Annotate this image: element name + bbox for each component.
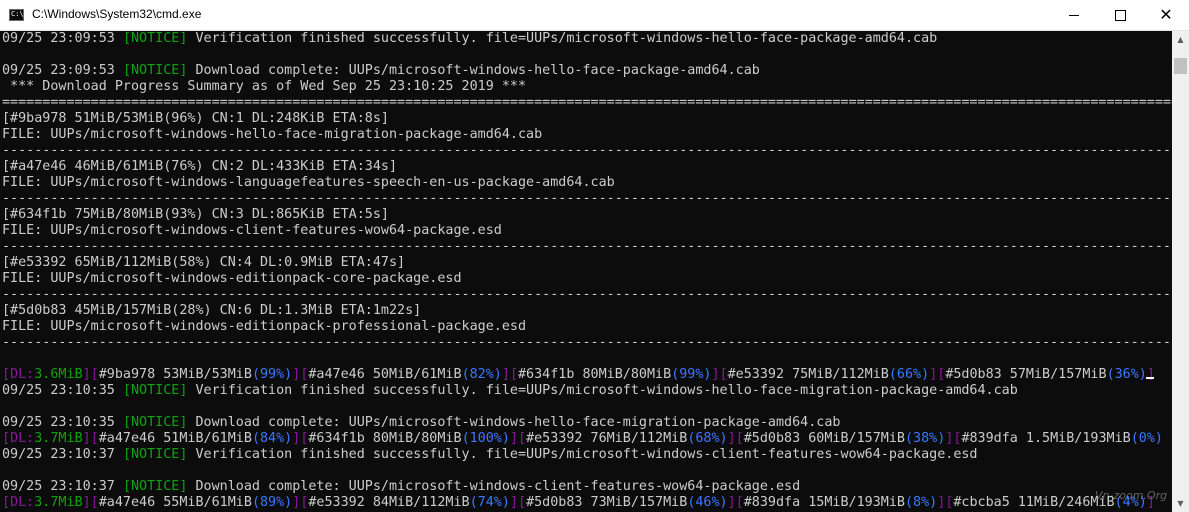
console-output[interactable]: 09/25 23:09:53 [NOTICE] Verification fin…	[0, 31, 1172, 512]
notice-tag: NOTICE	[131, 383, 180, 398]
file-entry: FILE: UUPs/microsoft-windows-editionpack…	[2, 319, 527, 334]
notice-tag: NOTICE	[131, 31, 180, 46]
maximize-icon	[1114, 9, 1126, 21]
progress-entry: [#9ba978 51MiB/53MiB(96%) CN:1 DL:248KiB…	[2, 111, 389, 126]
vertical-scrollbar[interactable]: ▲ ▼	[1172, 31, 1189, 512]
separator-double: ========================================…	[2, 95, 1172, 110]
summary-header: *** Download Progress Summary as of Wed …	[2, 79, 527, 94]
log-line: 09/25 23:10:37 [NOTICE] Download complet…	[2, 479, 801, 494]
log-line: 09/25 23:10:35 [NOTICE] Verification fin…	[2, 383, 1018, 398]
progress-entry: [#e53392 65MiB/112MiB(58%) CN:4 DL:0.9Mi…	[2, 255, 406, 270]
file-entry: FILE: UUPs/microsoft-windows-editionpack…	[2, 271, 462, 286]
maximize-button[interactable]	[1097, 0, 1143, 30]
download-status-line: [DL:3.6MiB][#9ba978 53MiB/53MiB(99%)][#a…	[2, 367, 1155, 382]
close-icon: ✕	[1159, 5, 1173, 24]
progress-entry: [#a47e46 46MiB/61MiB(76%) CN:2 DL:433KiB…	[2, 159, 398, 174]
log-line: 09/25 23:10:35 [NOTICE] Download complet…	[2, 415, 841, 430]
notice-tag: NOTICE	[131, 63, 180, 78]
watermark: Vn-zoom.Org	[1095, 489, 1168, 502]
download-status-line: [DL:3.7MiB][#a47e46 51MiB/61MiB(84%)][#6…	[2, 431, 1163, 446]
separator: ----------------------------------------…	[2, 143, 1172, 158]
separator: ----------------------------------------…	[2, 191, 1172, 206]
download-status-line: [DL:3.7MiB][#a47e46 55MiB/61MiB(89%)][#e…	[2, 495, 1155, 510]
cmd-icon: C:\	[9, 9, 24, 21]
scroll-up-icon[interactable]: ▲	[1172, 31, 1189, 48]
text-cursor	[1146, 377, 1154, 379]
log-line: 09/25 23:09:53 [NOTICE] Verification fin…	[2, 31, 938, 46]
progress-entry: [#634f1b 75MiB/80MiB(93%) CN:3 DL:865KiB…	[2, 207, 389, 222]
separator: ----------------------------------------…	[2, 335, 1172, 350]
minimize-icon	[1069, 14, 1079, 16]
file-entry: FILE: UUPs/microsoft-windows-hello-face-…	[2, 127, 543, 142]
notice-tag: NOTICE	[131, 415, 180, 430]
file-entry: FILE: UUPs/microsoft-windows-client-feat…	[2, 223, 502, 238]
close-button[interactable]: ✕	[1143, 0, 1189, 30]
scrollbar-thumb[interactable]	[1174, 58, 1187, 74]
separator: ----------------------------------------…	[2, 239, 1172, 254]
separator: ----------------------------------------…	[2, 287, 1172, 302]
minimize-button[interactable]	[1051, 0, 1097, 30]
title-bar[interactable]: C:\ C:\Windows\System32\cmd.exe ✕	[0, 0, 1189, 31]
notice-tag: NOTICE	[131, 479, 180, 494]
notice-tag: NOTICE	[131, 447, 180, 462]
progress-entry: [#5d0b83 45MiB/157MiB(28%) CN:6 DL:1.3Mi…	[2, 303, 422, 318]
window-title: C:\Windows\System32\cmd.exe	[32, 7, 202, 21]
scroll-down-icon[interactable]: ▼	[1172, 495, 1189, 512]
log-line: 09/25 23:10:37 [NOTICE] Verification fin…	[2, 447, 978, 462]
log-line: 09/25 23:09:53 [NOTICE] Download complet…	[2, 63, 760, 78]
file-entry: FILE: UUPs/microsoft-windows-languagefea…	[2, 175, 615, 190]
